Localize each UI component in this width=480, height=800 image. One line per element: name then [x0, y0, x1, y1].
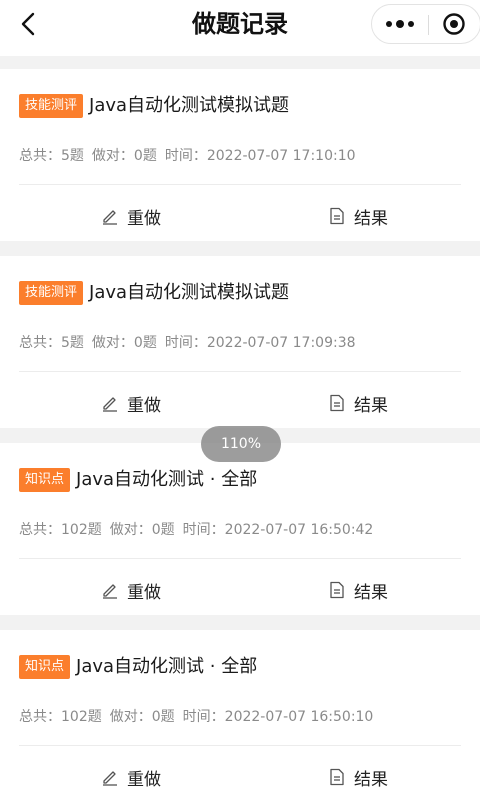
document-icon [330, 394, 344, 412]
record-time: 时间：2022-07-07 17:09:38 [164, 335, 356, 351]
record-time: 时间：2022-07-07 16:50:42 [182, 522, 374, 538]
redo-label: 重做 [127, 769, 161, 790]
record-meta: 总共：102题 做对：0题 时间：2022-07-07 16:50:10 [19, 706, 381, 726]
record-title: Java自动化测试模拟试题 [89, 95, 290, 116]
result-button[interactable]: 结果 [328, 764, 388, 790]
capsule-divider [428, 15, 429, 35]
result-label: 结果 [354, 395, 388, 416]
record-header: 技能测评 Java自动化测试模拟试题 [19, 280, 289, 306]
divider [19, 745, 461, 746]
mini-program-capsule [371, 4, 480, 44]
zoom-indicator: 110% [201, 426, 281, 462]
divider [19, 558, 461, 559]
result-label: 结果 [354, 208, 388, 229]
redo-button[interactable]: 重做 [101, 577, 161, 603]
record-meta: 总共：5题 做对：0题 时间：2022-07-07 17:09:38 [19, 332, 364, 352]
record-time: 时间：2022-07-07 17:10:10 [164, 148, 356, 164]
record-card: 技能测评 Java自动化测试模拟试题 总共：5题 做对：0题 时间：2022-07-… [0, 256, 480, 428]
record-tag: 技能测评 [19, 94, 84, 118]
redo-label: 重做 [127, 395, 161, 416]
record-title: Java自动化测试 · 全部 [76, 656, 258, 677]
record-title: Java自动化测试模拟试题 [89, 282, 290, 303]
pencil-icon [103, 584, 117, 599]
record-time: 时间：2022-07-07 16:50:10 [182, 709, 374, 725]
record-total: 总共：5题 [19, 148, 84, 164]
result-button[interactable]: 结果 [328, 577, 388, 603]
record-correct: 做对：0题 [91, 148, 157, 164]
record-tag: 技能测评 [19, 281, 84, 305]
pencil-icon [103, 210, 117, 225]
record-total: 总共：5题 [19, 335, 84, 351]
result-label: 结果 [354, 769, 388, 790]
document-icon [330, 768, 344, 786]
record-card: 知识点 Java自动化测试 · 全部 总共：102题 做对：0题 时间：2022-0… [0, 443, 480, 615]
record-tag: 知识点 [19, 655, 71, 679]
redo-button[interactable]: 重做 [101, 764, 161, 790]
record-correct: 做对：0题 [109, 522, 175, 538]
record-card: 技能测评 Java自动化测试模拟试题 总共：5题 做对：0题 时间：2022-07-… [0, 69, 480, 241]
record-card: 知识点 Java自动化测试 · 全部 总共：102题 做对：0题 时间：2022-0… [0, 630, 480, 800]
document-icon [330, 207, 344, 225]
result-label: 结果 [354, 582, 388, 603]
more-dots-icon[interactable] [372, 5, 428, 43]
target-circle-icon[interactable] [442, 12, 466, 36]
redo-button[interactable]: 重做 [101, 390, 161, 416]
redo-button[interactable]: 重做 [101, 203, 161, 229]
redo-label: 重做 [127, 582, 161, 603]
pencil-icon [103, 771, 117, 786]
document-icon [330, 581, 344, 599]
record-total: 总共：102题 [19, 522, 102, 538]
record-correct: 做对：0题 [109, 709, 175, 725]
redo-label: 重做 [127, 208, 161, 229]
record-meta: 总共：102题 做对：0题 时间：2022-07-07 16:50:42 [19, 519, 381, 539]
result-button[interactable]: 结果 [328, 390, 388, 416]
record-header: 知识点 Java自动化测试 · 全部 [19, 467, 257, 493]
navigation-bar: 做题记录 [0, 0, 480, 56]
record-tag: 知识点 [19, 468, 71, 492]
record-meta: 总共：5题 做对：0题 时间：2022-07-07 17:10:10 [19, 145, 364, 165]
divider [19, 371, 461, 372]
divider [19, 184, 461, 185]
record-header: 技能测评 Java自动化测试模拟试题 [19, 93, 289, 119]
record-total: 总共：102题 [19, 709, 102, 725]
pencil-icon [103, 397, 117, 412]
record-correct: 做对：0题 [91, 335, 157, 351]
result-button[interactable]: 结果 [328, 203, 388, 229]
record-title: Java自动化测试 · 全部 [76, 469, 258, 490]
record-header: 知识点 Java自动化测试 · 全部 [19, 654, 257, 680]
